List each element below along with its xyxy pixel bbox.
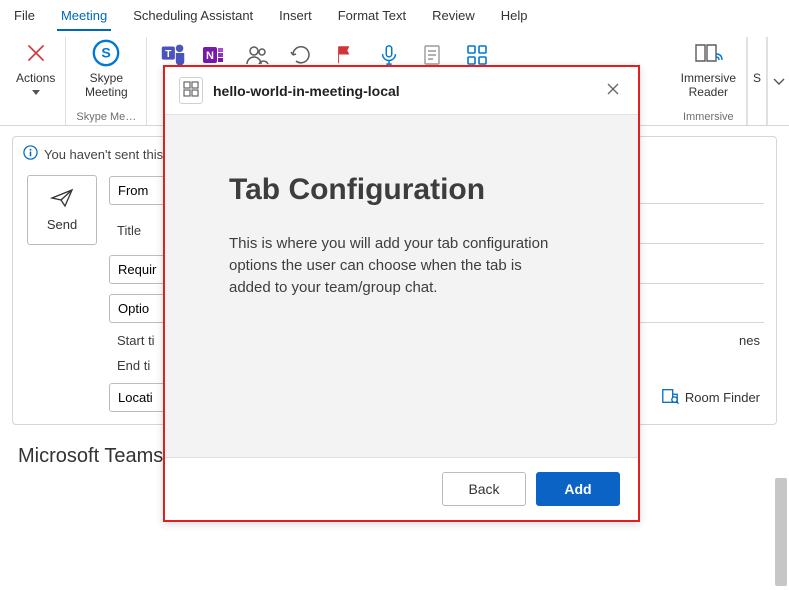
send-icon xyxy=(50,188,74,211)
menu-format-text[interactable]: Format Text xyxy=(334,4,410,31)
people-icon[interactable] xyxy=(245,43,269,67)
ribbon-group-immersive: Immersive Reader Immersive xyxy=(671,37,747,125)
menu-meeting[interactable]: Meeting xyxy=(57,4,111,31)
immersive-reader-button[interactable]: Immersive Reader xyxy=(681,37,736,100)
tab-config-dialog: hello-world-in-meeting-local Tab Configu… xyxy=(163,65,640,522)
menu-review[interactable]: Review xyxy=(428,4,479,31)
ribbon-group-skype: S Skype Meeting Skype Me… xyxy=(66,37,147,125)
refresh-icon[interactable] xyxy=(289,43,313,67)
room-finder-label: Room Finder xyxy=(685,390,760,405)
skype-icon: S xyxy=(90,37,122,69)
svg-text:N: N xyxy=(206,50,214,62)
actions-button[interactable]: Actions xyxy=(16,37,55,100)
immersive-reader-label: Immersive Reader xyxy=(681,71,736,100)
immersive-reader-icon xyxy=(692,37,724,69)
svg-text:T: T xyxy=(165,49,172,60)
add-button[interactable]: Add xyxy=(536,472,620,506)
notes-icon[interactable] xyxy=(421,43,445,67)
menu-scheduling-assistant[interactable]: Scheduling Assistant xyxy=(129,4,257,31)
room-finder-button[interactable]: Room Finder xyxy=(661,387,760,408)
apps-icon[interactable] xyxy=(465,43,489,67)
info-icon xyxy=(23,145,38,163)
menu-insert[interactable]: Insert xyxy=(275,4,316,31)
dialog-header: hello-world-in-meeting-local xyxy=(165,67,638,115)
menubar: File Meeting Scheduling Assistant Insert… xyxy=(0,0,789,31)
dialog-title: hello-world-in-meeting-local xyxy=(213,83,400,99)
config-description: This is where you will add your tab conf… xyxy=(229,233,559,298)
actions-label: Actions xyxy=(16,71,55,100)
dialog-footer: Back Add xyxy=(165,457,638,520)
vertical-scrollbar[interactable] xyxy=(775,478,787,586)
onenote-icon[interactable]: N xyxy=(201,43,225,67)
time-zones-label-fragment: nes xyxy=(739,333,760,348)
room-finder-icon xyxy=(661,387,679,408)
flag-icon[interactable] xyxy=(333,43,357,67)
config-heading: Tab Configuration xyxy=(229,173,590,207)
skype-label: Skype Meeting xyxy=(85,71,128,100)
skype-meeting-button[interactable]: S Skype Meeting xyxy=(85,37,128,100)
app-icon xyxy=(179,77,203,104)
microphone-icon[interactable] xyxy=(377,43,401,67)
ribbon-group-extra: S xyxy=(747,37,767,125)
x-icon xyxy=(20,37,52,69)
send-button[interactable]: Send xyxy=(27,175,97,245)
extra-button[interactable]: S xyxy=(753,37,761,85)
back-button[interactable]: Back xyxy=(442,472,526,506)
dialog-body: Tab Configuration This is where you will… xyxy=(165,115,638,457)
menu-file[interactable]: File xyxy=(10,4,39,31)
svg-text:S: S xyxy=(102,45,111,61)
info-text: You haven't sent this xyxy=(44,147,163,162)
ribbon-collapse-button[interactable] xyxy=(767,37,789,125)
send-label: Send xyxy=(47,217,77,232)
ribbon-group-actions: Actions xyxy=(6,37,66,125)
close-icon[interactable] xyxy=(602,78,624,103)
skype-group-label: Skype Me… xyxy=(76,111,136,125)
menu-help[interactable]: Help xyxy=(497,4,532,31)
immersive-group-label: Immersive xyxy=(683,111,734,125)
